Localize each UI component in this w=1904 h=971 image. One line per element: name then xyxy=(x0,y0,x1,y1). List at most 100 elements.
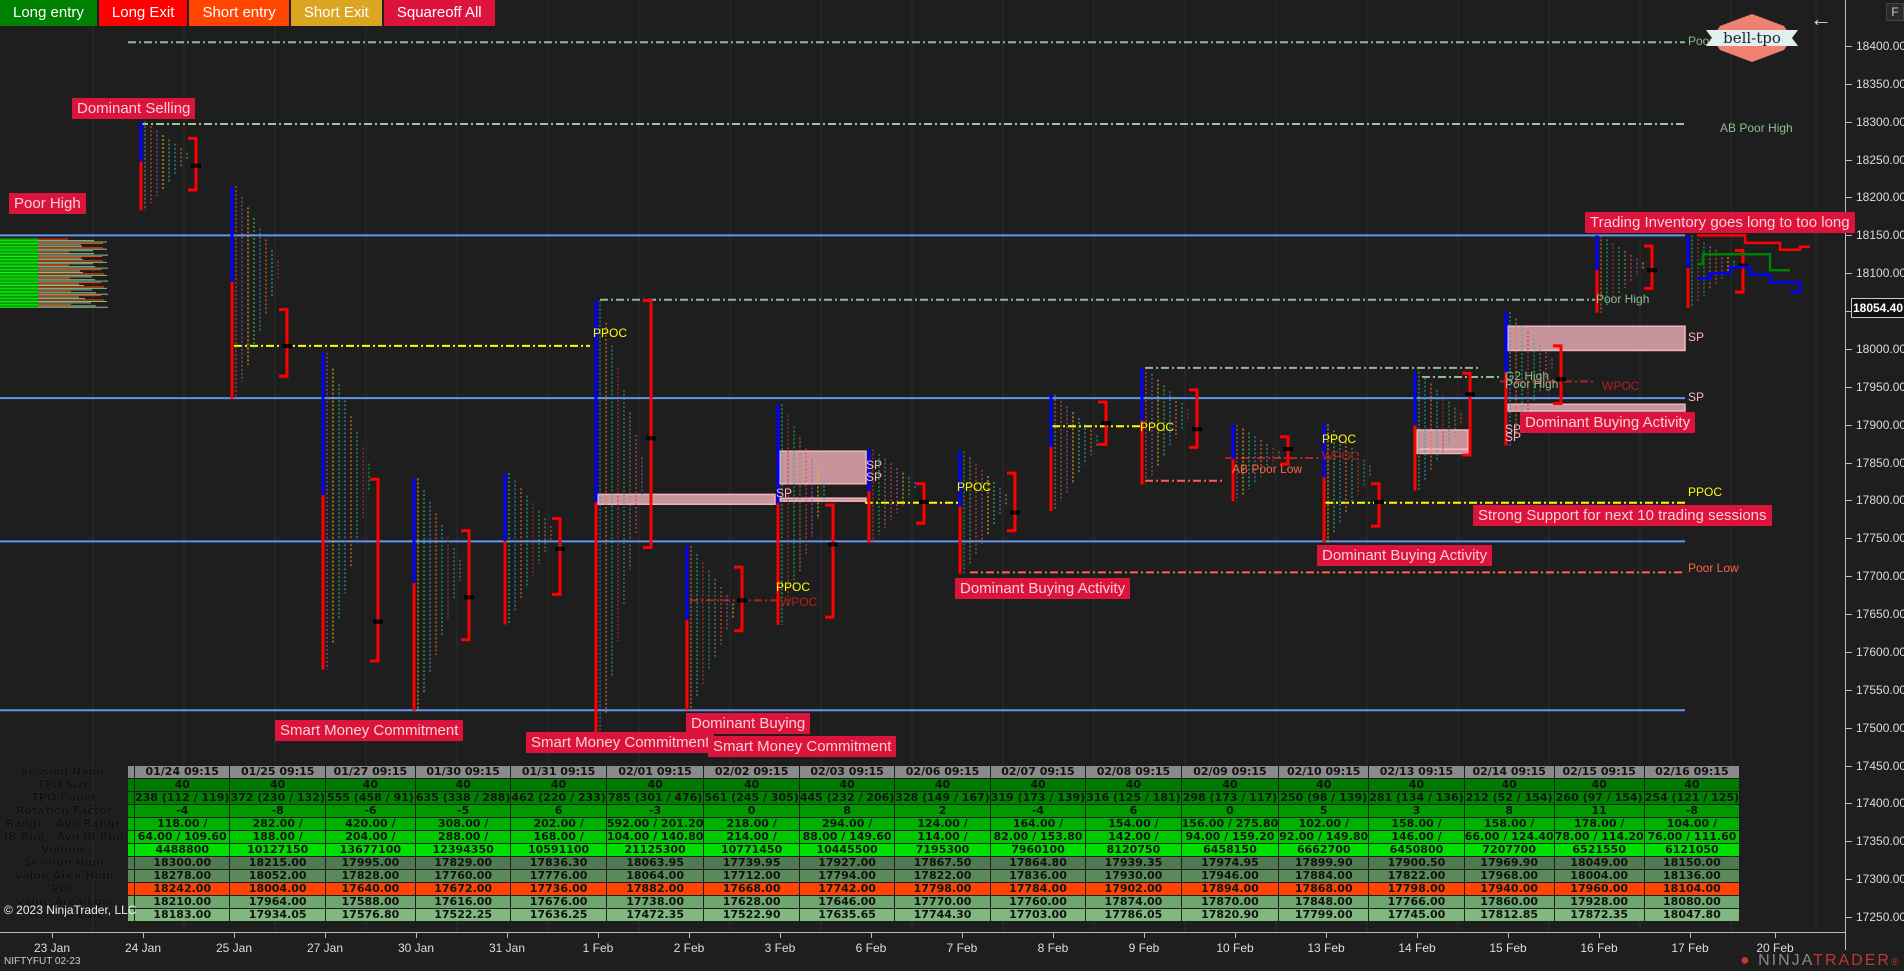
stats-cell: 0 xyxy=(703,804,800,818)
stats-cell: 104.00 / xyxy=(1643,817,1741,831)
stats-cell-pad xyxy=(127,830,135,844)
poc-marker xyxy=(373,619,383,624)
stats-cell: 02/09 09:15 xyxy=(1180,765,1280,779)
bell-tpo-logo-text: bell-tpo xyxy=(1723,29,1781,47)
short-exit-button[interactable]: Short Exit xyxy=(290,0,382,26)
price-tick xyxy=(1846,803,1852,805)
price-tick-label: 17950.00 xyxy=(1856,379,1904,394)
stats-cell: -6 xyxy=(324,804,416,818)
stats-row-label: TPO Count xyxy=(0,791,128,805)
price-tick xyxy=(1846,197,1852,199)
long-entry-button[interactable]: Long entry xyxy=(0,0,97,26)
stats-cell: 40 xyxy=(1553,778,1645,792)
annotation-label[interactable]: Smart Money Commitment xyxy=(275,720,464,741)
stats-cell: 10771450 xyxy=(703,843,800,857)
stats-cell: 146.00 / xyxy=(1368,830,1465,844)
stats-cell: 17900.50 xyxy=(1368,856,1465,870)
time-tick xyxy=(1508,933,1509,938)
stats-row: Value Area Low 18210.00 17964.00 17588.00 17… xyxy=(0,895,1741,909)
stats-cell: 02/08 09:15 xyxy=(1085,765,1182,779)
stats-cell: 17635.65 xyxy=(798,908,896,922)
annotation-label[interactable]: Dominant Selling xyxy=(72,98,196,119)
time-tick-label: 25 Jan xyxy=(215,941,253,955)
stats-cell: 17736.00 xyxy=(510,882,607,896)
stats-cell: 178.00 / xyxy=(1553,817,1645,831)
stats-cell: 17872.35 xyxy=(1553,908,1645,922)
time-tick xyxy=(1053,933,1054,938)
level-label: SP xyxy=(1505,429,1522,444)
stats-cell: 6 xyxy=(510,804,607,818)
stats-cell: 21125300 xyxy=(605,843,705,857)
stats-cell: 17616.00 xyxy=(414,895,512,909)
price-tick xyxy=(1846,235,1852,237)
stats-cell: 445 (232 / 206) xyxy=(798,791,896,805)
level-label: WPOC xyxy=(1322,448,1360,463)
annotation-label[interactable]: Dominant Buying Activity xyxy=(1520,412,1696,433)
price-tick xyxy=(1846,538,1852,540)
price-tick-label: 17250.00 xyxy=(1856,910,1904,924)
value-area-bracket xyxy=(643,298,653,549)
instrument-label: NIFTYFUT 02-23 xyxy=(4,956,81,967)
stats-cell: 18047.80 xyxy=(1643,908,1741,922)
long-exit-button[interactable]: Long Exit xyxy=(98,0,188,26)
annotation-label[interactable]: Smart Money Commitment xyxy=(526,732,715,753)
stats-cell: 462 (220 / 233) xyxy=(510,791,607,805)
brand-suffix: ® xyxy=(1890,957,1901,968)
stats-cell: 01/31 09:15 xyxy=(510,765,607,779)
stats-cell: 40 xyxy=(605,778,705,792)
time-tick xyxy=(1417,933,1418,938)
stats-cell: 17867.50 xyxy=(894,856,991,870)
price-tick xyxy=(1846,273,1852,275)
value-area-bracket xyxy=(1007,471,1017,533)
stats-cell: 02/13 09:15 xyxy=(1368,765,1465,779)
price-axis[interactable]: 18400.00 18350.00 18300.00 18250.00 18200.00… xyxy=(1845,0,1904,950)
short-entry-button[interactable]: Short entry xyxy=(189,0,289,26)
level-label: PPOC xyxy=(957,479,992,494)
stats-cell: 17899.90 xyxy=(1278,856,1370,870)
stats-cell-pad xyxy=(127,791,135,805)
annotation-label[interactable]: Smart Money Commitment xyxy=(708,736,897,757)
f-button[interactable]: F xyxy=(1886,3,1904,21)
stats-cell: 40 xyxy=(1463,778,1555,792)
stats-cell: 18242.00 xyxy=(133,882,231,896)
annotation-label[interactable]: Poor High xyxy=(9,193,86,214)
brand-trader: TRADER xyxy=(1813,952,1891,969)
stats-row-label: Volume xyxy=(0,843,128,857)
time-tick-label: 2 Feb xyxy=(673,941,705,955)
time-tick-label: 31 Jan xyxy=(488,941,526,955)
stats-cell: 17894.00 xyxy=(1180,882,1280,896)
annotation-label[interactable]: Dominant Buying Activity xyxy=(955,578,1131,599)
annotation-label[interactable]: Dominant Buying Activity xyxy=(1317,545,1493,566)
stats-cell: 40 xyxy=(1643,778,1741,792)
stats-cell: 18064.00 xyxy=(605,869,705,883)
stats-cell: 17628.00 xyxy=(703,895,800,909)
arrow-left-icon[interactable]: ← xyxy=(1810,6,1832,32)
stats-cell: 18183.00 xyxy=(133,908,231,922)
annotation-label[interactable]: Trading Inventory goes long to too long xyxy=(1585,212,1855,233)
stats-cell: 17786.05 xyxy=(1085,908,1182,922)
stats-cell: 17770.00 xyxy=(894,895,991,909)
stats-cell-pad xyxy=(127,843,135,857)
stats-cell: 17636.25 xyxy=(510,908,607,922)
stats-cell: 238 (112 / 119) xyxy=(133,791,231,805)
stats-cell: 18052.00 xyxy=(229,869,326,883)
stats-cell: 17776.00 xyxy=(510,869,607,883)
stats-cell: 17928.00 xyxy=(1553,895,1645,909)
annotation-label[interactable]: Strong Support for next 10 trading sessi… xyxy=(1473,505,1772,526)
value-area-bracket xyxy=(552,517,562,596)
squareoff-all-button[interactable]: Squareoff All xyxy=(383,0,495,26)
stats-cell: 6121050 xyxy=(1643,843,1741,857)
time-tick xyxy=(689,933,690,938)
stats-cell: 17828.00 xyxy=(324,869,416,883)
value-area-bracket xyxy=(1553,344,1563,405)
price-tick xyxy=(1846,500,1852,502)
poc-marker xyxy=(737,598,747,603)
time-tick xyxy=(1235,933,1236,938)
level-label: SP xyxy=(866,469,883,484)
stats-cell: 40 xyxy=(1278,778,1370,792)
time-axis[interactable]: 23 Jan 24 Jan 25 Jan 27 Jan 30 Jan 31 Jan 1 Fe… xyxy=(0,932,1845,955)
stats-cell: 17744.30 xyxy=(894,908,991,922)
stats-cell: 17812.85 xyxy=(1463,908,1555,922)
poc-marker xyxy=(282,343,292,348)
annotation-label[interactable]: Dominant Buying xyxy=(686,713,811,734)
